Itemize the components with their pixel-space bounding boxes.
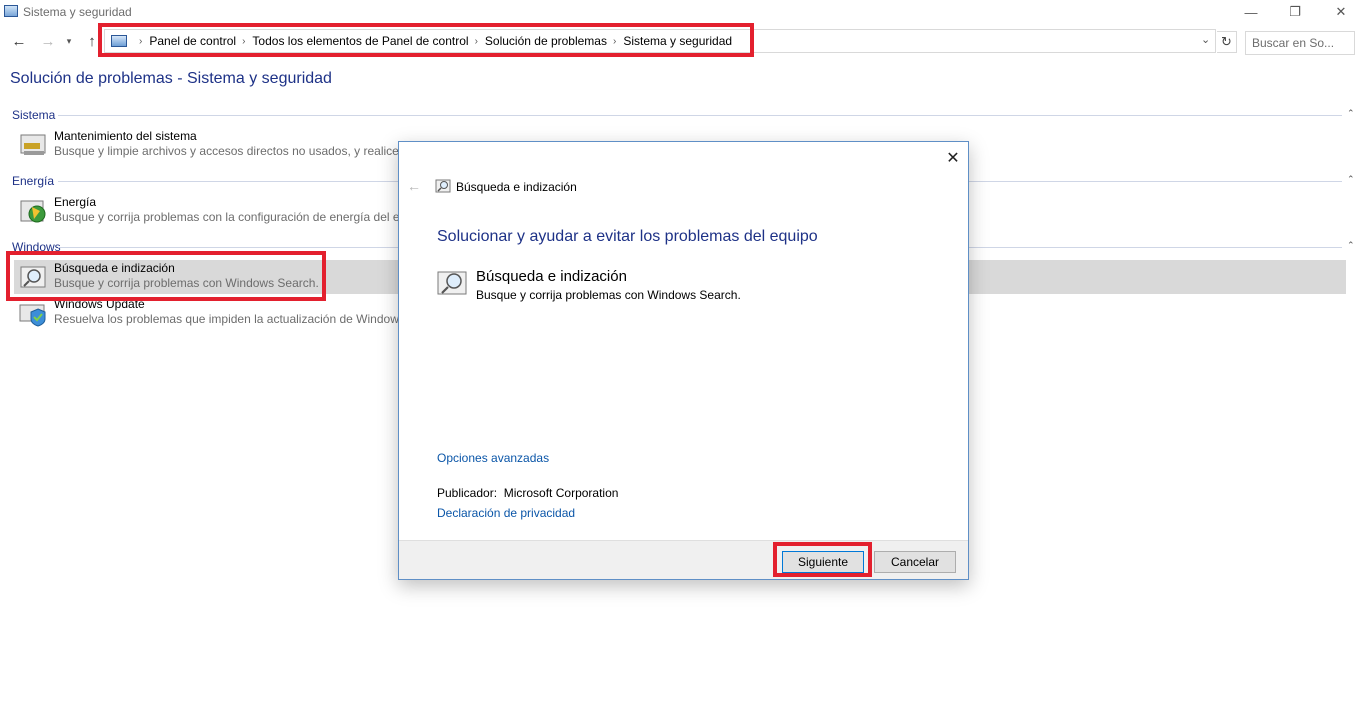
collapse-icon[interactable]: ⌃ (1347, 108, 1355, 119)
publisher-label: Publicador: (437, 486, 498, 500)
dialog-breadcrumb: Búsqueda e indización (456, 180, 577, 194)
dialog-footer: Siguiente Cancelar (399, 540, 968, 579)
group-divider (58, 115, 1342, 116)
refresh-button[interactable]: ↻ (1217, 31, 1237, 53)
search-indexing-icon (435, 179, 451, 193)
title-bar: Sistema y seguridad — ❐ ✕ (0, 0, 1366, 24)
cancel-button[interactable]: Cancelar (874, 551, 956, 573)
page-title: Solución de problemas - Sistema y seguri… (10, 70, 332, 87)
control-panel-icon (4, 5, 18, 17)
highlight-box (773, 542, 872, 577)
troubleshooter-name: Búsqueda e indización (476, 268, 627, 285)
highlight-box (98, 23, 754, 57)
item-name: Energía (54, 195, 97, 209)
advanced-options-link[interactable]: Opciones avanzadas (437, 451, 549, 465)
collapse-icon[interactable]: ⌃ (1347, 174, 1355, 185)
window-title: Sistema y seguridad (23, 5, 132, 19)
windows-update-icon (19, 304, 46, 327)
item-name: Mantenimiento del sistema (54, 129, 197, 143)
maintenance-icon (20, 134, 46, 155)
minimize-button[interactable]: — (1228, 0, 1274, 24)
search-input[interactable]: Buscar en So... (1245, 31, 1355, 55)
group-heading-energia: Energía (12, 174, 55, 188)
item-description: Resuelva los problemas que impiden la ac… (54, 312, 409, 326)
highlight-box (6, 251, 326, 301)
recent-locations-button[interactable]: ▾ (62, 31, 76, 51)
search-indexing-icon (437, 271, 467, 295)
troubleshooter-dialog: ✕ ← Búsqueda e indización Solucionar y a… (398, 141, 969, 580)
publisher-value: Microsoft Corporation (503, 486, 619, 500)
back-button[interactable]: ← (9, 31, 29, 51)
power-icon (20, 200, 46, 223)
group-heading-sistema: Sistema (12, 108, 56, 122)
restore-button[interactable]: ❐ (1272, 0, 1318, 24)
troubleshooter-description: Busque y corrija problemas con Windows S… (476, 288, 741, 302)
item-description: Busque y corrija problemas con la config… (54, 210, 433, 224)
privacy-statement-link[interactable]: Declaración de privacidad (437, 506, 575, 520)
back-arrow-icon[interactable]: ← (407, 178, 421, 194)
forward-button[interactable]: → (38, 31, 58, 51)
collapse-icon[interactable]: ⌃ (1347, 240, 1355, 251)
chevron-down-icon[interactable]: ⌄ (1201, 33, 1210, 46)
publisher-line: Publicador: Microsoft Corporation (437, 486, 618, 500)
close-dialog-button[interactable]: ✕ (942, 147, 964, 169)
close-window-button[interactable]: ✕ (1318, 0, 1364, 24)
dialog-heading: Solucionar y ayudar a evitar los problem… (437, 228, 818, 245)
